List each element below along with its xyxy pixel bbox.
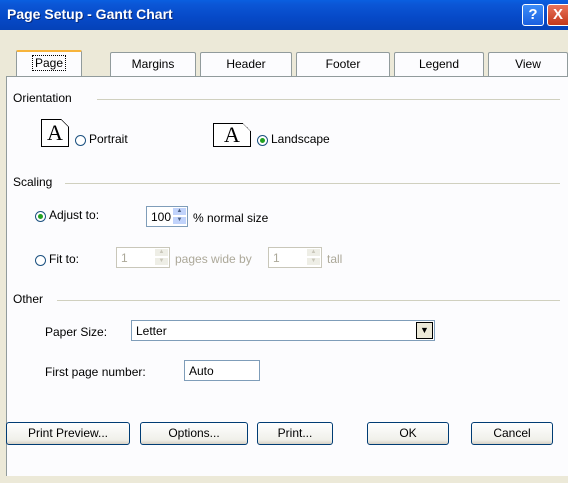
print-button[interactable]: Print... — [257, 422, 333, 445]
tab-page[interactable]: Page — [16, 50, 82, 77]
window-title: Page Setup - Gantt Chart — [7, 6, 173, 22]
paper-size-dropdown[interactable]: Letter ▼ — [131, 320, 435, 341]
landscape-icon: A — [213, 123, 251, 147]
first-page-input[interactable]: Auto — [184, 360, 260, 381]
landscape-radio[interactable] — [257, 135, 268, 146]
fit-tall-suffix: tall — [327, 252, 343, 266]
fit-wide-spinner[interactable]: 1 ▲ ▼ — [116, 247, 170, 268]
adjust-to-radio[interactable] — [35, 211, 46, 222]
other-divider — [57, 300, 560, 301]
paper-size-value: Letter — [136, 324, 167, 338]
tab-legend[interactable]: Legend — [394, 52, 484, 76]
dialog-body: Page Margins Header Footer Legend View O… — [0, 30, 568, 483]
tab-margins[interactable]: Margins — [110, 52, 196, 76]
portrait-label[interactable]: Portrait — [89, 132, 128, 146]
fit-to-label[interactable]: Fit to: — [49, 252, 79, 266]
fit-to-radio[interactable] — [35, 255, 46, 266]
spin-up-icon[interactable]: ▲ — [172, 207, 187, 216]
title-bar: Page Setup - Gantt Chart ? X — [0, 0, 568, 30]
tab-header[interactable]: Header — [200, 52, 292, 76]
orientation-heading: Orientation — [13, 91, 76, 105]
fit-tall-spinner[interactable]: 1 ▲ ▼ — [268, 247, 322, 268]
first-page-value: Auto — [189, 364, 214, 378]
options-button[interactable]: Options... — [140, 422, 248, 445]
tab-strip: Page Margins Header Footer Legend View — [6, 50, 568, 77]
scaling-divider — [65, 183, 560, 184]
scaling-heading: Scaling — [13, 175, 57, 189]
tab-panel-page: Orientation A Portrait A Landscape Scali… — [6, 76, 568, 476]
other-heading: Other — [13, 292, 48, 306]
close-icon: X — [552, 6, 563, 23]
fit-tall-value: 1 — [273, 251, 280, 265]
print-preview-button[interactable]: Print Preview... — [6, 422, 130, 445]
tab-footer[interactable]: Footer — [296, 52, 390, 76]
spin-down-icon[interactable]: ▼ — [306, 257, 321, 266]
fit-wide-suffix: pages wide by — [175, 252, 252, 266]
spin-up-icon[interactable]: ▲ — [154, 248, 169, 257]
adjust-to-label[interactable]: Adjust to: — [49, 208, 99, 222]
help-icon: ? — [528, 6, 538, 23]
fit-wide-value: 1 — [121, 251, 128, 265]
landscape-label[interactable]: Landscape — [271, 132, 330, 146]
chevron-down-icon[interactable]: ▼ — [416, 322, 433, 339]
adjust-to-spinner[interactable]: 100 ▲ ▼ — [146, 206, 188, 227]
spin-down-icon[interactable]: ▼ — [154, 257, 169, 266]
adjust-to-value: 100 — [151, 210, 172, 224]
adjust-to-suffix: % normal size — [193, 211, 269, 225]
paper-size-label: Paper Size: — [45, 325, 108, 339]
portrait-radio[interactable] — [75, 135, 86, 146]
spin-up-icon[interactable]: ▲ — [306, 248, 321, 257]
first-page-label: First page number: — [45, 365, 146, 379]
close-button[interactable]: X — [547, 4, 568, 26]
portrait-icon: A — [41, 119, 69, 147]
cancel-button[interactable]: Cancel — [471, 422, 553, 445]
orientation-divider — [97, 99, 560, 100]
spin-down-icon[interactable]: ▼ — [172, 216, 187, 225]
tab-view[interactable]: View — [488, 52, 568, 76]
help-button[interactable]: ? — [522, 4, 544, 26]
ok-button[interactable]: OK — [367, 422, 449, 445]
